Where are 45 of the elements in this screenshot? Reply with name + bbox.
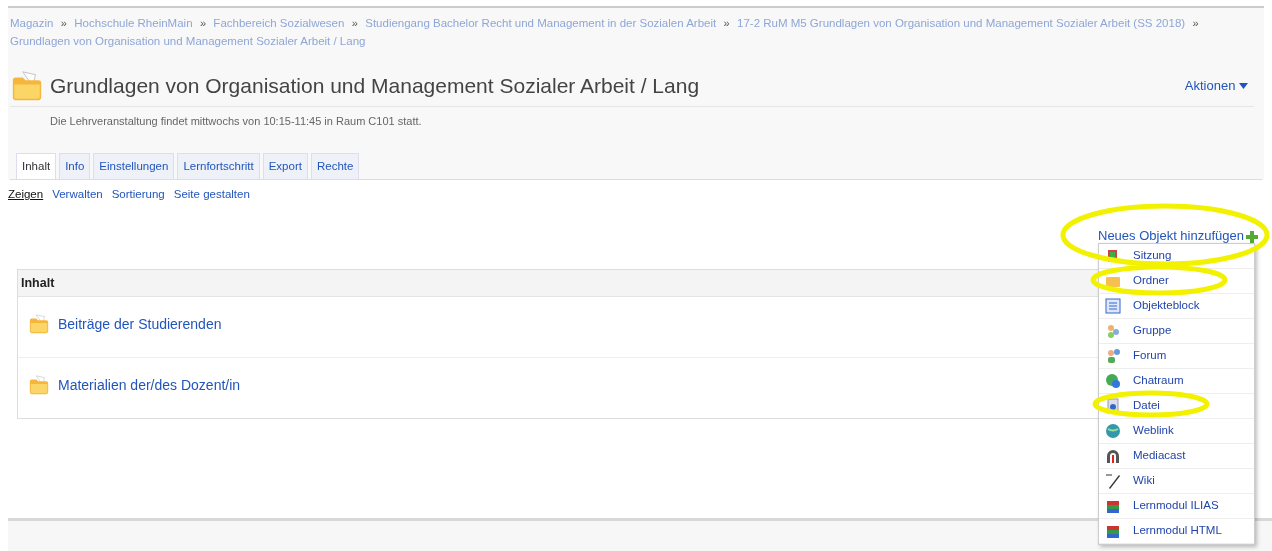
menu-item[interactable]: Sitzung [1099, 244, 1254, 269]
menu-item[interactable]: Gruppe [1099, 319, 1254, 344]
subtab-link[interactable]: Zeigen [8, 186, 44, 204]
folder-icon [28, 313, 50, 336]
menu-item[interactable]: Ordner [1099, 269, 1254, 294]
menu-item[interactable]: Chatraum [1099, 369, 1254, 394]
books-icon [1105, 498, 1121, 514]
folder-link[interactable]: Materialien der/des Dozent/in [58, 374, 241, 396]
breadcrumb-separator: » [351, 17, 358, 29]
subtab-link[interactable]: Seite gestalten [173, 186, 250, 204]
tab[interactable]: Info [59, 153, 91, 180]
breadcrumb-separator: » [199, 17, 206, 29]
list-icon [1105, 298, 1121, 314]
folder-icon [28, 374, 50, 397]
tab[interactable]: Rechte [310, 153, 360, 180]
menu-item[interactable]: Weblink [1099, 419, 1254, 444]
books-icon [1105, 523, 1121, 539]
subtab-link[interactable]: Sortierung [111, 186, 165, 204]
tab[interactable]: Inhalt [16, 153, 57, 180]
caret-icon [1239, 83, 1248, 90]
tab[interactable]: Einstellungen [93, 153, 175, 180]
tab[interactable]: Lernfortschritt [177, 153, 260, 180]
description-text: Die Lehrveranstaltung findet mittwochs von 10:15-11:45 in Raum C101 statt. [49, 113, 423, 129]
breadcrumb-separator: » [60, 17, 67, 29]
menu-item[interactable]: Objekteblock [1099, 294, 1254, 319]
people-icon [1105, 323, 1121, 339]
file-icon [1105, 398, 1121, 414]
menu-item[interactable]: Forum [1099, 344, 1254, 369]
menu-item[interactable]: Wiki [1099, 469, 1254, 494]
actions-menu[interactable]: Aktionen [1184, 75, 1248, 96]
tab[interactable]: Export [262, 153, 308, 180]
breadcrumb-separator: » [723, 17, 730, 29]
microphone-icon [1105, 448, 1121, 464]
page-title: Grundlagen von Organisation und Management Sozialer Arbeit / Lang [50, 72, 700, 99]
folder-link[interactable]: Beiträge der Studierenden [58, 313, 222, 335]
subtab-link[interactable]: Verwalten [52, 186, 103, 204]
breadcrumb-separator: » [1192, 17, 1199, 29]
chat-icon [1105, 373, 1121, 389]
menu-item[interactable]: Mediacast [1099, 444, 1254, 469]
menu-item[interactable]: Datei [1099, 394, 1254, 419]
menu-item[interactable]: Lernmodul ILIAS [1099, 494, 1254, 519]
add-object-link[interactable]: Neues Objekt hinzufügen [1098, 226, 1244, 246]
globe-icon [1105, 423, 1121, 439]
menu-item[interactable]: Lernmodul HTML [1099, 519, 1254, 544]
plus-icon[interactable] [1246, 231, 1258, 243]
